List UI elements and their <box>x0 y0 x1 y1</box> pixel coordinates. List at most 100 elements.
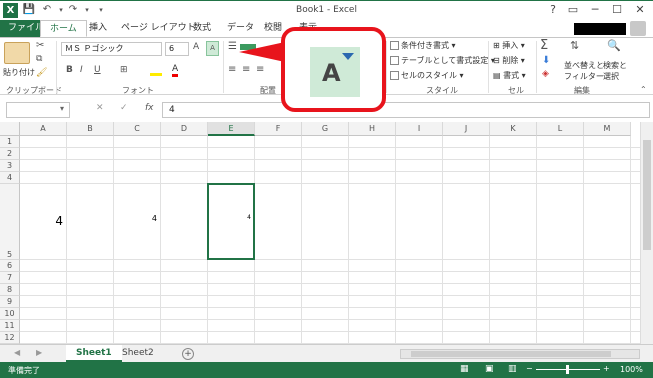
clipboard-group-label: クリップボード <box>6 86 62 95</box>
collapse-ribbon-icon[interactable]: ⌃ <box>640 85 647 94</box>
column-header[interactable]: C <box>114 122 161 136</box>
row-header[interactable]: 4 <box>0 172 20 184</box>
new-sheet-button[interactable]: + <box>182 348 194 360</box>
row-header[interactable]: 12 <box>0 332 20 344</box>
font-shrink-icon: A <box>210 44 215 52</box>
cancel-icon[interactable]: ✕ <box>96 103 104 113</box>
font-shrink-button[interactable]: A <box>206 41 219 56</box>
minimize-button[interactable]: ─ <box>585 1 605 19</box>
font-size-combo[interactable]: 6 <box>165 42 189 56</box>
align-center-icon[interactable]: ≡ <box>242 64 250 75</box>
column-header[interactable]: F <box>255 122 302 136</box>
italic-icon[interactable]: I <box>80 65 83 75</box>
row-header[interactable]: 7 <box>0 272 20 284</box>
row-header[interactable]: 5 <box>0 184 20 260</box>
insert-function-icon[interactable]: fx <box>145 103 154 113</box>
column-header[interactable]: K <box>490 122 537 136</box>
grid-line <box>442 136 443 344</box>
column-header[interactable]: J <box>443 122 490 136</box>
help-icon[interactable]: ? <box>543 1 563 19</box>
tab-formulas[interactable]: 数式 <box>184 20 220 37</box>
find-select-button[interactable]: 検索と <box>603 60 627 71</box>
find-select-button-2[interactable]: 選択 <box>603 71 619 82</box>
align-right-icon[interactable]: ≡ <box>256 64 264 75</box>
underline-icon[interactable]: U <box>94 65 101 75</box>
font-name-combo[interactable]: ＭＳ Ｐゴシック <box>61 42 162 56</box>
page-break-view-icon[interactable]: ▥ <box>508 364 517 374</box>
row-header[interactable]: 10 <box>0 308 20 320</box>
avatar[interactable] <box>630 21 646 36</box>
vertical-scroll-thumb[interactable] <box>643 140 651 250</box>
zoom-in-button[interactable]: + <box>603 364 610 373</box>
tab-insert[interactable]: 挿入 <box>80 20 116 37</box>
bold-icon[interactable]: B <box>66 65 73 75</box>
cut-icon[interactable]: ✂ <box>36 40 44 51</box>
page-layout-view-icon[interactable]: ▣ <box>485 364 494 374</box>
formula-input[interactable]: 4 <box>162 102 650 118</box>
worksheet-grid[interactable]: A B C D E F G H I J K L M 1 2 3 4 5 6 7 8 9 10 11 12 4 4 4 <box>0 122 640 344</box>
grid-line <box>160 136 161 344</box>
zoom-level[interactable]: 100% <box>620 365 643 374</box>
row-header[interactable]: 9 <box>0 296 20 308</box>
name-box-dropdown-icon[interactable]: ▾ <box>60 104 64 113</box>
row-header[interactable]: 3 <box>0 160 20 172</box>
column-header[interactable]: L <box>537 122 584 136</box>
group-separator <box>223 41 224 93</box>
format-cells-button[interactable]: ▤ 書式 ▾ <box>493 70 526 81</box>
column-header[interactable]: I <box>396 122 443 136</box>
sort-filter-button-2[interactable]: フィルター <box>564 71 604 82</box>
select-all-button[interactable] <box>0 122 20 136</box>
column-header[interactable]: M <box>584 122 631 136</box>
fill-color-icon[interactable] <box>150 68 162 76</box>
align-left-icon[interactable]: ≡ <box>228 64 236 75</box>
shrink-arrow-icon <box>342 53 354 60</box>
maximize-button[interactable]: ☐ <box>607 1 627 19</box>
cell-styles-button[interactable]: セルのスタイル ▾ <box>390 70 464 81</box>
font-color-icon[interactable]: A <box>172 64 179 77</box>
paste-icon[interactable] <box>4 42 30 64</box>
column-header[interactable]: A <box>20 122 67 136</box>
column-header[interactable]: G <box>302 122 349 136</box>
cell-c5[interactable]: 4 <box>114 214 157 223</box>
row-header[interactable]: 11 <box>0 320 20 332</box>
row-header[interactable]: 1 <box>0 136 20 148</box>
sheet-scroll-left-icon[interactable]: ◀ <box>14 348 20 357</box>
sort-filter-icon[interactable]: ⇅ <box>570 39 579 52</box>
vertical-scrollbar[interactable] <box>640 122 653 344</box>
sheet-tab-sheet2[interactable]: Sheet2 <box>112 345 164 362</box>
fill-icon[interactable]: ⬇ <box>542 55 550 66</box>
find-select-icon[interactable]: 🔍 <box>607 39 621 52</box>
cell-a5[interactable]: 4 <box>20 214 63 228</box>
insert-cells-button[interactable]: ⊞ 挿入 ▾ <box>493 40 525 51</box>
row-header[interactable]: 8 <box>0 284 20 296</box>
format-painter-icon[interactable]: 🖌 <box>36 68 47 78</box>
normal-view-icon[interactable]: ▦ <box>460 364 469 374</box>
sheet-scroll-right-icon[interactable]: ▶ <box>36 348 42 357</box>
close-button[interactable]: ✕ <box>630 1 650 19</box>
column-header[interactable]: B <box>67 122 114 136</box>
ribbon-display-options-icon[interactable]: ▭ <box>563 1 583 19</box>
row-header[interactable]: 2 <box>0 148 20 160</box>
horizontal-scroll-thumb[interactable] <box>411 351 611 357</box>
format-as-table-button[interactable]: テーブルとして書式設定 ▾ <box>390 55 495 66</box>
sort-filter-button[interactable]: 並べ替えと <box>564 60 604 71</box>
horizontal-scrollbar[interactable] <box>400 349 640 359</box>
row-header[interactable]: 6 <box>0 260 20 272</box>
active-cell-selection[interactable] <box>207 183 255 260</box>
zoom-slider-thumb[interactable] <box>566 365 569 374</box>
column-header[interactable]: E <box>208 122 255 136</box>
grid-line <box>20 331 640 332</box>
conditional-formatting-button[interactable]: 条件付き書式 ▾ <box>390 40 456 51</box>
clear-icon[interactable]: ◈ <box>542 69 549 79</box>
enter-icon[interactable]: ✓ <box>120 103 128 113</box>
delete-cells-button[interactable]: ⊟ 削除 ▾ <box>493 55 525 66</box>
copy-icon[interactable]: ⧉ <box>36 54 42 64</box>
zoom-out-button[interactable]: − <box>526 364 533 373</box>
borders-icon[interactable]: ⊞ <box>120 65 128 75</box>
font-grow-icon[interactable]: A <box>193 42 199 52</box>
paste-button[interactable]: 貼り付け <box>3 67 35 78</box>
grid-line <box>20 295 640 296</box>
column-header[interactable]: D <box>161 122 208 136</box>
autosum-icon[interactable]: Σ <box>540 38 548 53</box>
column-header[interactable]: H <box>349 122 396 136</box>
